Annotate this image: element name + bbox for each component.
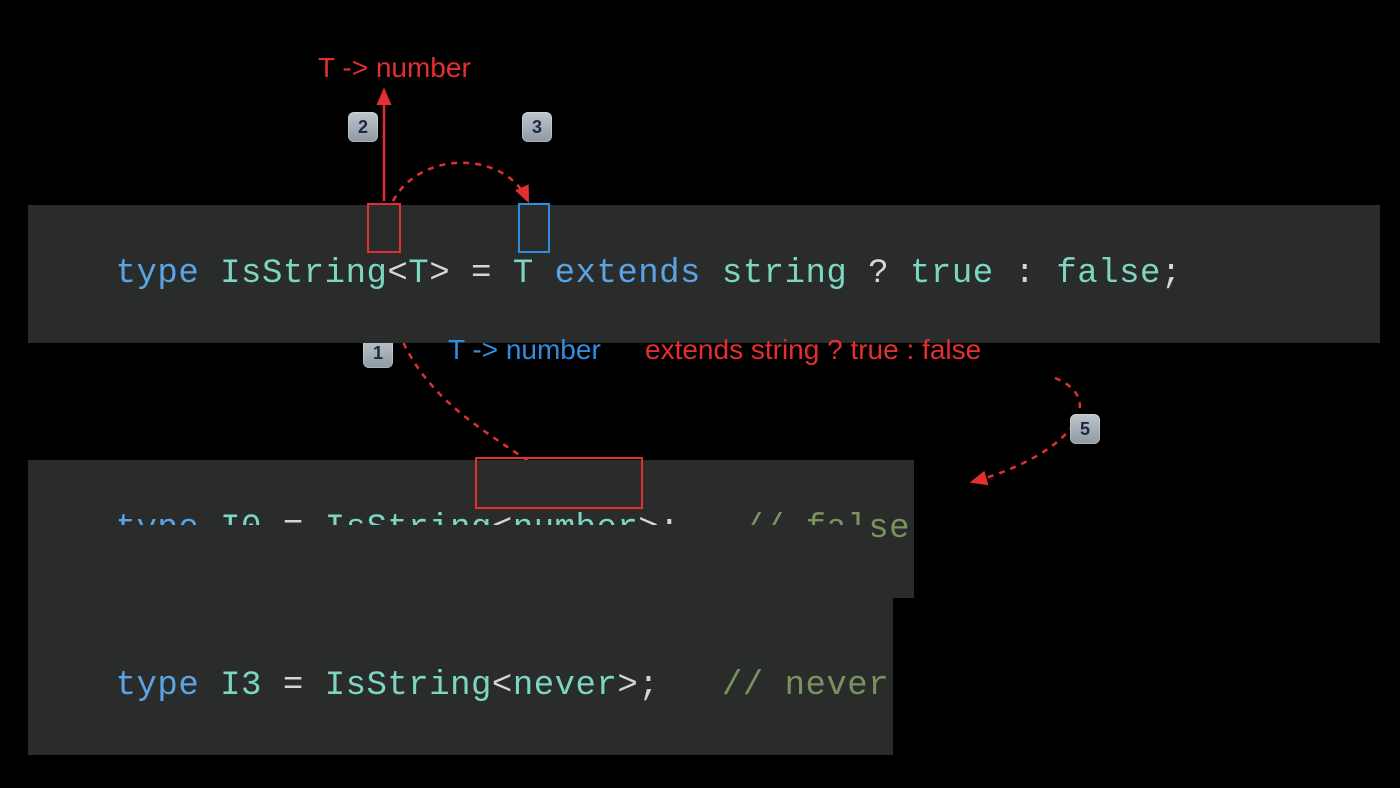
equals: = bbox=[450, 255, 513, 293]
lt: < bbox=[387, 255, 408, 293]
badge-5: 5 bbox=[1070, 414, 1100, 444]
code-row-i3: type I3 = IsString<never>; // never bbox=[28, 617, 893, 755]
diagram-stage: T -> number 2 3 1 4 5 type IsString<T> =… bbox=[0, 0, 1400, 788]
annotation-t-number-top: T -> number bbox=[318, 52, 471, 84]
qmark: ? bbox=[847, 255, 910, 293]
annotation-extends: extends string ? true : false bbox=[645, 334, 981, 366]
box-t-param bbox=[367, 203, 401, 253]
kw-extends: extends bbox=[534, 255, 722, 293]
comment-never: // never bbox=[722, 667, 889, 705]
false-lit: false bbox=[1056, 255, 1161, 293]
arg-never: never bbox=[513, 667, 618, 705]
true-lit: true bbox=[910, 255, 994, 293]
type-name-i3: I3 bbox=[220, 667, 262, 705]
box-number-arg bbox=[475, 457, 643, 509]
arrow-5-curve bbox=[972, 378, 1080, 482]
arrow-3-curve bbox=[393, 163, 528, 201]
annotation-t-number-mid: T -> number bbox=[448, 334, 601, 366]
string-kw: string bbox=[722, 255, 847, 293]
type-param-t: T bbox=[408, 255, 429, 293]
type-name-isstring: IsString bbox=[220, 255, 387, 293]
box-t-use bbox=[518, 203, 550, 253]
badge-2: 2 bbox=[348, 112, 378, 142]
gt: > bbox=[429, 255, 450, 293]
kw-type: type bbox=[116, 255, 200, 293]
code-def-line: type IsString<T> = T extends string ? tr… bbox=[28, 205, 1380, 343]
colon: : bbox=[994, 255, 1057, 293]
type-param-use-t: T bbox=[513, 255, 534, 293]
badge-3: 3 bbox=[522, 112, 552, 142]
semicolon: ; bbox=[1161, 255, 1182, 293]
